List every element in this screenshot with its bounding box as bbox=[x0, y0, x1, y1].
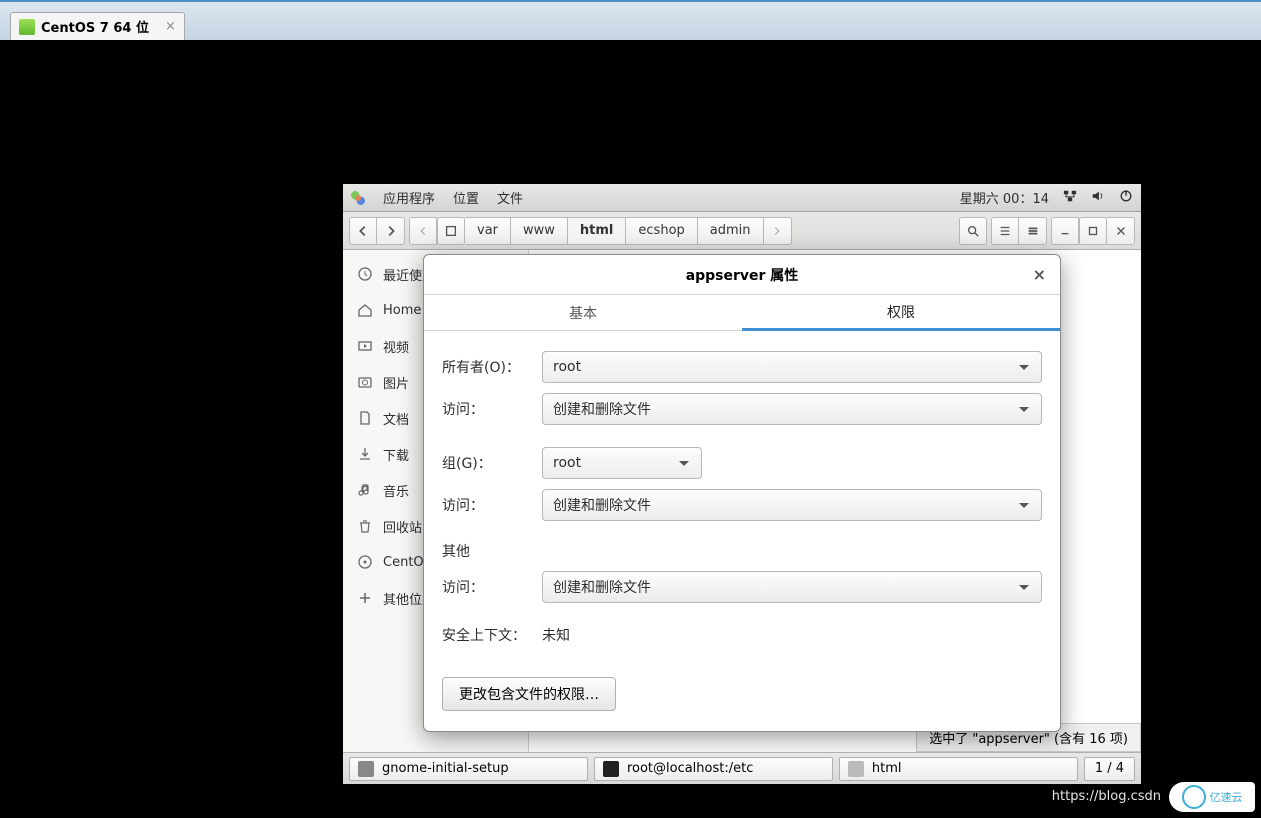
workspace-indicator[interactable]: 1 / 4 bbox=[1084, 757, 1135, 781]
vm-tab-title: CentOS 7 64 位 bbox=[41, 17, 149, 36]
sidebar-item-label: 回收站 bbox=[383, 517, 422, 536]
others-section-label: 其他 bbox=[442, 541, 1042, 561]
other-access-label: 访问： bbox=[442, 577, 542, 597]
folder-icon bbox=[848, 761, 864, 777]
wrench-icon bbox=[358, 761, 374, 777]
taskbar: gnome-initial-setup root@localhost:/etc … bbox=[343, 752, 1141, 784]
menu-files[interactable]: 文件 bbox=[497, 188, 523, 207]
path-segment[interactable]: admin bbox=[698, 217, 764, 245]
group-label: 组(G)： bbox=[442, 453, 542, 473]
tab-permissions[interactable]: 权限 bbox=[742, 295, 1060, 331]
dialog-titlebar: appserver 属性 × bbox=[424, 255, 1060, 295]
vm-tab-close-icon[interactable]: × bbox=[165, 19, 176, 34]
task-gnome-initial-setup[interactable]: gnome-initial-setup bbox=[349, 757, 588, 781]
task-files[interactable]: html bbox=[839, 757, 1078, 781]
nav-back-button[interactable] bbox=[349, 217, 377, 245]
change-contained-perms-button[interactable]: 更改包含文件的权限… bbox=[442, 677, 616, 711]
tab-basic[interactable]: 基本 bbox=[424, 295, 742, 330]
group-access-combo[interactable]: 创建和删除文件 bbox=[542, 489, 1042, 521]
vm-tab-centos[interactable]: CentOS 7 64 位 × bbox=[10, 12, 185, 40]
combo-value: root bbox=[553, 455, 581, 471]
volume-icon[interactable] bbox=[1091, 189, 1105, 207]
task-terminal[interactable]: root@localhost:/etc bbox=[594, 757, 833, 781]
task-label: html bbox=[872, 761, 902, 776]
menu-places[interactable]: 位置 bbox=[453, 188, 479, 207]
watermark-logo-text: 亿速云 bbox=[1210, 789, 1243, 805]
network-icon[interactable] bbox=[1063, 189, 1077, 207]
combo-value: 创建和删除文件 bbox=[553, 577, 651, 597]
task-label: gnome-initial-setup bbox=[382, 761, 509, 776]
vm-host-tabbar: CentOS 7 64 位 × bbox=[0, 0, 1261, 40]
path-scroll-left[interactable] bbox=[409, 217, 437, 245]
owner-access-combo[interactable]: 创建和删除文件 bbox=[542, 393, 1042, 425]
combo-value: 创建和删除文件 bbox=[553, 399, 651, 419]
watermark-url: https://blog.csdn bbox=[1052, 789, 1161, 804]
properties-dialog: appserver 属性 × 基本 权限 所有者(O)： root 访问： 创建… bbox=[423, 254, 1061, 732]
combo-value: root bbox=[553, 359, 581, 375]
dialog-close-button[interactable]: × bbox=[1033, 265, 1046, 284]
watermark-logo: 亿速云 bbox=[1169, 782, 1255, 812]
sidebar-item-label: 下载 bbox=[383, 445, 409, 464]
path-segment[interactable]: html bbox=[568, 217, 626, 245]
owner-combo[interactable]: root bbox=[542, 351, 1042, 383]
path-root-icon[interactable] bbox=[437, 217, 465, 245]
vm-os-icon bbox=[19, 19, 35, 35]
window-minimize-button[interactable] bbox=[1051, 217, 1079, 245]
path-segment[interactable]: www bbox=[511, 217, 568, 245]
dialog-title: appserver 属性 bbox=[686, 265, 799, 285]
security-context-value: 未知 bbox=[542, 625, 570, 645]
view-list-button[interactable] bbox=[991, 217, 1019, 245]
window-close-button[interactable] bbox=[1107, 217, 1135, 245]
owner-label: 所有者(O)： bbox=[442, 357, 542, 377]
sidebar-item-label: 视频 bbox=[383, 337, 409, 356]
other-access-combo[interactable]: 创建和删除文件 bbox=[542, 571, 1042, 603]
group-access-label: 访问： bbox=[442, 495, 542, 515]
sidebar-item-label: Home bbox=[383, 303, 421, 318]
guest-desktop: 应用程序 位置 文件 星期六 00：14 var www html ecshop bbox=[343, 184, 1141, 784]
window-maximize-button[interactable] bbox=[1079, 217, 1107, 245]
power-icon[interactable] bbox=[1119, 189, 1133, 207]
fm-toolbar: var www html ecshop admin bbox=[343, 212, 1141, 250]
security-context-label: 安全上下文： bbox=[442, 625, 542, 645]
nav-forward-button[interactable] bbox=[377, 217, 405, 245]
terminal-icon bbox=[603, 761, 619, 777]
path-segment[interactable]: var bbox=[465, 217, 511, 245]
owner-access-label: 访问： bbox=[442, 399, 542, 419]
menu-applications[interactable]: 应用程序 bbox=[383, 188, 435, 207]
path-segment[interactable]: ecshop bbox=[626, 217, 697, 245]
view-menu-button[interactable] bbox=[1019, 217, 1047, 245]
group-combo[interactable]: root bbox=[542, 447, 702, 479]
search-button[interactable] bbox=[959, 217, 987, 245]
gnome-top-bar: 应用程序 位置 文件 星期六 00：14 bbox=[343, 184, 1141, 212]
sidebar-item-label: 音乐 bbox=[383, 481, 409, 500]
activities-icon[interactable] bbox=[351, 191, 365, 205]
sidebar-item-label: 文档 bbox=[383, 409, 409, 428]
path-bar: var www html ecshop admin bbox=[409, 217, 792, 245]
combo-value: 创建和删除文件 bbox=[553, 495, 651, 515]
sidebar-item-label: 图片 bbox=[383, 373, 409, 392]
dialog-tabs: 基本 权限 bbox=[424, 295, 1060, 331]
path-scroll-right[interactable] bbox=[764, 217, 792, 245]
task-label: root@localhost:/etc bbox=[627, 761, 753, 776]
clock-label[interactable]: 星期六 00：14 bbox=[960, 188, 1049, 207]
